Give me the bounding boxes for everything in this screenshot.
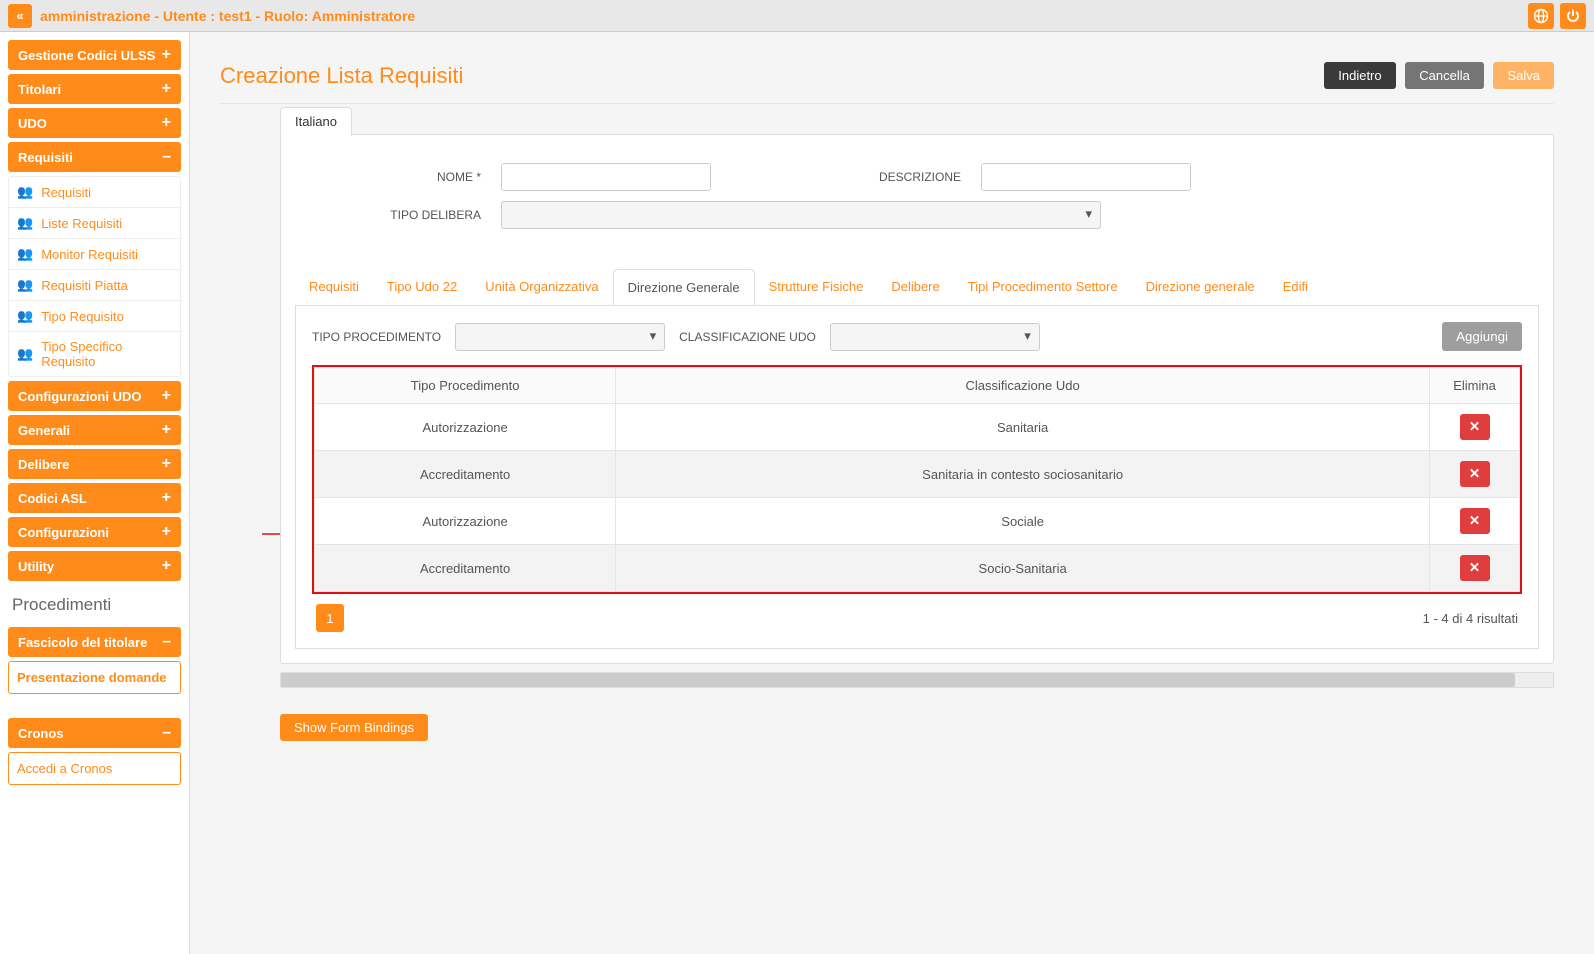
tabs-row: Requisiti Tipo Udo 22 Unità Organizzativ… — [295, 269, 1539, 306]
tab-tipi-procedimento-settore[interactable]: Tipi Procedimento Settore — [954, 269, 1132, 305]
classificazione-udo-select[interactable] — [830, 323, 1040, 351]
nome-input[interactable] — [501, 163, 711, 191]
sidebar-panel-fascicolo[interactable]: Fascicolo del titolare– — [8, 627, 181, 657]
topbar-title: amministrazione - Utente : test1 - Ruolo… — [40, 8, 415, 24]
sidebar-panel-configurazioni-udo[interactable]: Configurazioni UDO+ — [8, 381, 181, 411]
plus-icon: + — [162, 421, 171, 439]
sidebar-panel-requisiti[interactable]: Requisiti– — [8, 142, 181, 172]
user-icon: 👥 — [17, 277, 33, 293]
delete-row-button[interactable]: ✕ — [1460, 414, 1490, 440]
label-tipo-procedimento: TIPO PROCEDIMENTO — [312, 330, 441, 344]
sidebar-panel-codici-asl[interactable]: Codici ASL+ — [8, 483, 181, 513]
descrizione-input[interactable] — [981, 163, 1191, 191]
sidebar-item-monitor-requisiti[interactable]: 👥Monitor Requisiti — [9, 238, 180, 269]
tab-edifi[interactable]: Edifi — [1269, 269, 1322, 305]
results-table: Tipo Procedimento Classificazione Udo El… — [314, 367, 1520, 592]
plus-icon: + — [162, 387, 171, 405]
table-row: Autorizzazione Sociale ✕ — [315, 498, 1520, 545]
main-content: Creazione Lista Requisiti Indietro Cance… — [190, 32, 1594, 954]
globe-icon[interactable] — [1528, 3, 1554, 29]
tab-tipo-udo-22[interactable]: Tipo Udo 22 — [373, 269, 471, 305]
delete-row-button[interactable]: ✕ — [1460, 461, 1490, 487]
th-tipo-procedimento: Tipo Procedimento — [315, 368, 616, 404]
sidebar-panel-udo[interactable]: UDO+ — [8, 108, 181, 138]
minus-icon: – — [162, 633, 171, 651]
tipo-delibera-select[interactable] — [501, 201, 1101, 229]
back-button[interactable]: Indietro — [1324, 62, 1395, 89]
save-button[interactable]: Salva — [1493, 62, 1554, 89]
sidebar-section-procedimenti: Procedimenti — [8, 585, 181, 627]
sidebar-item-accedi-cronos[interactable]: Accedi a Cronos — [8, 752, 181, 785]
sidebar-panel-generali[interactable]: Generali+ — [8, 415, 181, 445]
show-form-bindings-button[interactable]: Show Form Bindings — [280, 714, 428, 741]
delete-row-button[interactable]: ✕ — [1460, 508, 1490, 534]
sidebar-item-requisiti-piatta[interactable]: 👥Requisiti Piatta — [9, 269, 180, 300]
cancel-button[interactable]: Cancella — [1405, 62, 1484, 89]
sidebar-item-tipo-specifico-requisito[interactable]: 👥Tipo Specifico Requisito — [9, 331, 180, 376]
sidebar-panel-gestione-codici[interactable]: Gestione Codici ULSS+ — [8, 40, 181, 70]
label-classificazione-udo: CLASSIFICAZIONE UDO — [679, 330, 816, 344]
sidebar: Gestione Codici ULSS+ Titolari+ UDO+ Req… — [0, 32, 190, 954]
plus-icon: + — [162, 489, 171, 507]
plus-icon: + — [162, 557, 171, 575]
add-button[interactable]: Aggiungi — [1442, 322, 1522, 351]
table-row: Accreditamento Sanitaria in contesto soc… — [315, 451, 1520, 498]
tab-panel-direzione-generale: TIPO PROCEDIMENTO CLASSIFICAZIONE UDO Ag… — [295, 306, 1539, 649]
label-nome: NOME * — [321, 170, 481, 184]
tab-requisiti[interactable]: Requisiti — [295, 269, 373, 305]
topbar: « amministrazione - Utente : test1 - Ruo… — [0, 0, 1594, 32]
sidebar-panel-configurazioni[interactable]: Configurazioni+ — [8, 517, 181, 547]
form-card: Italiano NOME * DESCRIZIONE TIPO DELIBER… — [280, 134, 1554, 664]
horizontal-scrollbar[interactable] — [280, 672, 1554, 688]
user-icon: 👥 — [17, 346, 33, 362]
th-elimina: Elimina — [1430, 368, 1520, 404]
plus-icon: + — [162, 523, 171, 541]
sidebar-panel-titolari[interactable]: Titolari+ — [8, 74, 181, 104]
sidebar-item-tipo-requisito[interactable]: 👥Tipo Requisito — [9, 300, 180, 331]
plus-icon: + — [162, 46, 171, 64]
minus-icon: – — [162, 724, 171, 742]
user-icon: 👥 — [17, 215, 33, 231]
tab-direzione-generale[interactable]: Direzione Generale — [613, 269, 755, 306]
tipo-procedimento-select[interactable] — [455, 323, 665, 351]
language-tab-italiano[interactable]: Italiano — [280, 107, 352, 136]
tab-unita-organizzativa[interactable]: Unità Organizzativa — [471, 269, 612, 305]
sidebar-item-liste-requisiti[interactable]: 👥Liste Requisiti — [9, 207, 180, 238]
power-icon[interactable] — [1560, 3, 1586, 29]
page-title: Creazione Lista Requisiti — [220, 63, 463, 89]
pager-info: 1 - 4 di 4 risultati — [1423, 611, 1518, 626]
collapse-sidebar-button[interactable]: « — [8, 4, 32, 28]
tab-strutture-fisiche[interactable]: Strutture Fisiche — [755, 269, 878, 305]
table-row: Accreditamento Socio-Sanitaria ✕ — [315, 545, 1520, 592]
delete-row-button[interactable]: ✕ — [1460, 555, 1490, 581]
th-classificazione-udo: Classificazione Udo — [616, 368, 1430, 404]
tab-direzione-generale-2[interactable]: Direzione generale — [1132, 269, 1269, 305]
user-icon: 👥 — [17, 308, 33, 324]
plus-icon: + — [162, 114, 171, 132]
label-tipo-delibera: TIPO DELIBERA — [321, 208, 481, 222]
minus-icon: – — [162, 148, 171, 166]
results-table-highlighted: Tipo Procedimento Classificazione Udo El… — [312, 365, 1522, 594]
tab-delibere[interactable]: Delibere — [877, 269, 953, 305]
plus-icon: + — [162, 455, 171, 473]
sidebar-panel-delibere[interactable]: Delibere+ — [8, 449, 181, 479]
sidebar-item-presentazione-domande[interactable]: Presentazione domande — [8, 661, 181, 694]
table-row: Autorizzazione Sanitaria ✕ — [315, 404, 1520, 451]
sidebar-item-requisiti[interactable]: 👥Requisiti — [9, 177, 180, 207]
user-icon: 👥 — [17, 184, 33, 200]
sidebar-panel-utility[interactable]: Utility+ — [8, 551, 181, 581]
label-descrizione: DESCRIZIONE — [731, 170, 961, 184]
sidebar-panel-cronos[interactable]: Cronos– — [8, 718, 181, 748]
user-icon: 👥 — [17, 246, 33, 262]
page-1-button[interactable]: 1 — [316, 604, 344, 632]
plus-icon: + — [162, 80, 171, 98]
